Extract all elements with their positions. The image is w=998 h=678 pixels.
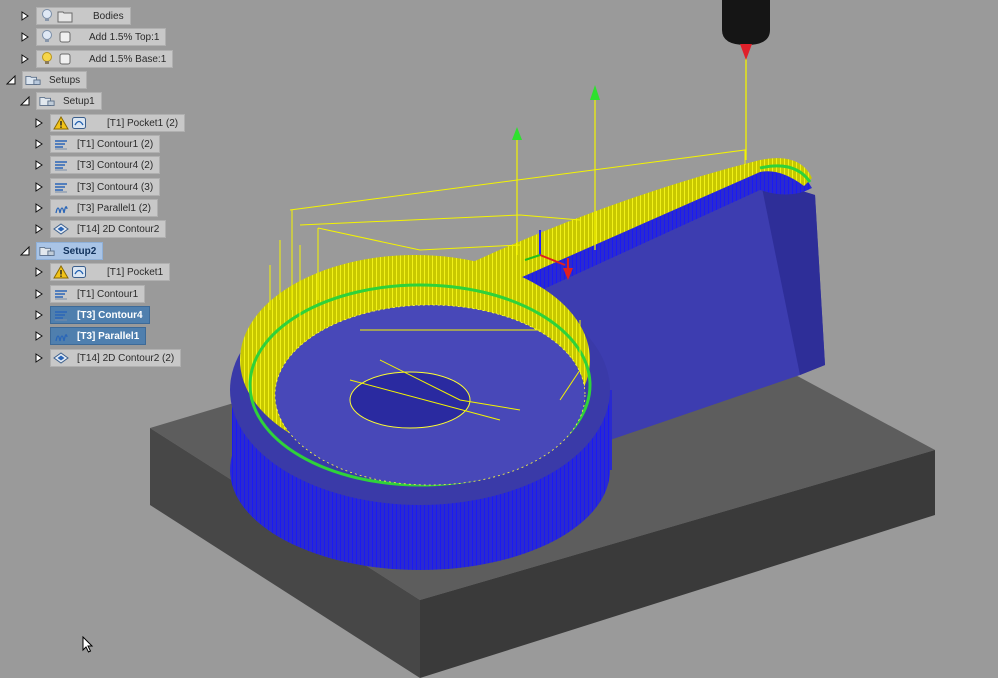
browser-node-s1-contour1[interactable]: [T1] Contour1 (2) [50, 135, 161, 153]
browser-node-s1-2dcontour2[interactable]: [T14] 2D Contour2 [50, 220, 167, 238]
browser-node-label: [T14] 2D Contour2 [77, 223, 160, 235]
browser-row-s1-contour4b[interactable]: [T3] Contour4 (3) [32, 178, 161, 196]
folder-icon [57, 8, 73, 24]
browser-row-add-top[interactable]: Add 1.5% Top:1 [18, 28, 167, 46]
expand-triangle-icon[interactable] [32, 135, 46, 153]
browser-row-s1-parallel1[interactable]: [T3] Parallel1 (2) [32, 199, 158, 217]
browser-node-s2-pocket1[interactable]: [T1] Pocket1 [50, 263, 171, 281]
tool-tip-red [740, 44, 752, 60]
browser-node-s2-contour4[interactable]: [T3] Contour4 [50, 306, 150, 324]
browser-tree: Bodies Add 1.5% Top:1 Add 1.5% Base:1 Setup… [0, 0, 200, 380]
cutting-tool[interactable] [722, 0, 770, 160]
expand-triangle-icon[interactable] [18, 7, 32, 25]
browser-node-label: [T3] Contour4 [77, 309, 143, 321]
browser-node-s1-parallel1[interactable]: [T3] Parallel1 (2) [50, 199, 158, 217]
part-round-base[interactable] [230, 255, 612, 570]
browser-row-setup2[interactable]: Setup2 [18, 242, 104, 260]
browser-node-label: [T3] Parallel1 [77, 330, 140, 342]
browser-node-s2-2dcontour2[interactable]: [T14] 2D Contour2 (2) [50, 349, 182, 367]
browser-row-s1-contour4a[interactable]: [T3] Contour4 (2) [32, 156, 161, 174]
2d-contour-op-icon [53, 350, 69, 366]
browser-row-bodies[interactable]: Bodies [18, 7, 131, 25]
browser-node-label: [T3] Contour4 (3) [77, 181, 154, 193]
browser-node-s2-parallel1[interactable]: [T3] Parallel1 [50, 327, 147, 345]
browser-node-setup2[interactable]: Setup2 [36, 242, 104, 260]
browser-row-s2-pocket1[interactable]: [T1] Pocket1 [32, 263, 171, 281]
expand-triangle-icon[interactable] [32, 263, 46, 281]
browser-row-s2-parallel1[interactable]: [T3] Parallel1 [32, 327, 147, 345]
browser-node-add-base[interactable]: Add 1.5% Base:1 [36, 50, 174, 68]
expand-triangle-icon[interactable] [32, 285, 46, 303]
browser-node-setup1[interactable]: Setup1 [36, 92, 102, 110]
collapse-triangle-icon[interactable] [18, 92, 32, 110]
browser-node-label: [T14] 2D Contour2 (2) [77, 352, 175, 364]
browser-node-label: [T3] Parallel1 (2) [77, 202, 151, 214]
browser-node-label: Bodies [93, 10, 124, 22]
browser-node-label: [T3] Contour4 (2) [77, 159, 154, 171]
expand-triangle-icon[interactable] [32, 178, 46, 196]
collapse-triangle-icon[interactable] [18, 242, 32, 260]
expand-triangle-icon[interactable] [32, 349, 46, 367]
browser-node-s2-contour1[interactable]: [T1] Contour1 [50, 285, 146, 303]
pocket-op-icon [71, 264, 87, 280]
expand-triangle-icon[interactable] [18, 28, 32, 46]
browser-row-s1-pocket1[interactable]: [T1] Pocket1 (2) [32, 114, 186, 132]
browser-node-s1-contour4b[interactable]: [T3] Contour4 (3) [50, 178, 161, 196]
2d-contour-op-icon [53, 221, 69, 237]
browser-row-setups[interactable]: Setups [4, 71, 88, 89]
lightbulb-icon[interactable] [39, 8, 55, 24]
expand-triangle-icon[interactable] [18, 50, 32, 68]
lightbulb-on-icon[interactable] [39, 51, 55, 67]
browser-node-label: [T1] Contour1 [77, 288, 139, 300]
parallel-op-icon [53, 328, 69, 344]
expand-triangle-icon[interactable] [32, 156, 46, 174]
browser-row-s1-contour1[interactable]: [T1] Contour1 (2) [32, 135, 161, 153]
browser-node-label: [T1] Pocket1 [107, 266, 164, 278]
browser-row-add-base[interactable]: Add 1.5% Base:1 [18, 50, 174, 68]
setup-icon [39, 93, 55, 109]
setup-icon [39, 243, 55, 259]
contour-op-icon [53, 179, 69, 195]
browser-node-label: [T1] Contour1 (2) [77, 138, 154, 150]
contour-op-icon [53, 307, 69, 323]
browser-node-s1-contour4a[interactable]: [T3] Contour4 (2) [50, 156, 161, 174]
contour-op-icon [53, 286, 69, 302]
expand-triangle-icon[interactable] [32, 327, 46, 345]
browser-row-s2-contour4[interactable]: [T3] Contour4 [32, 306, 150, 324]
expand-triangle-icon[interactable] [32, 306, 46, 324]
contour-op-icon [53, 157, 69, 173]
parallel-op-icon [53, 200, 69, 216]
mouse-cursor-icon [82, 636, 94, 653]
browser-row-s2-contour1[interactable]: [T1] Contour1 [32, 285, 146, 303]
body-icon [57, 51, 73, 67]
collapse-triangle-icon[interactable] [4, 71, 18, 89]
expand-triangle-icon[interactable] [32, 114, 46, 132]
browser-node-label: Setup1 [63, 95, 95, 107]
body-icon [57, 29, 73, 45]
browser-node-label: Add 1.5% Base:1 [89, 53, 167, 65]
browser-node-label: Add 1.5% Top:1 [89, 31, 160, 43]
browser-row-s1-2dcontour2[interactable]: [T14] 2D Contour2 [32, 220, 167, 238]
expand-triangle-icon[interactable] [32, 199, 46, 217]
browser-node-label: [T1] Pocket1 (2) [107, 117, 179, 129]
browser-node-bodies[interactable]: Bodies [36, 7, 131, 25]
browser-row-setup1[interactable]: Setup1 [18, 92, 102, 110]
setups-folder-icon [25, 72, 41, 88]
contour-op-icon [53, 136, 69, 152]
browser-node-label: Setups [49, 74, 81, 86]
browser-node-label: Setup2 [63, 245, 97, 257]
browser-node-setups[interactable]: Setups [22, 71, 88, 89]
lightbulb-icon[interactable] [39, 29, 55, 45]
expand-triangle-icon[interactable] [32, 220, 46, 238]
browser-node-add-top[interactable]: Add 1.5% Top:1 [36, 28, 167, 46]
pocket-op-icon [71, 115, 87, 131]
browser-row-s2-2dcontour2[interactable]: [T14] 2D Contour2 (2) [32, 349, 182, 367]
browser-node-s1-pocket1[interactable]: [T1] Pocket1 (2) [50, 114, 186, 132]
warning-icon [53, 264, 69, 280]
warning-icon [53, 115, 69, 131]
